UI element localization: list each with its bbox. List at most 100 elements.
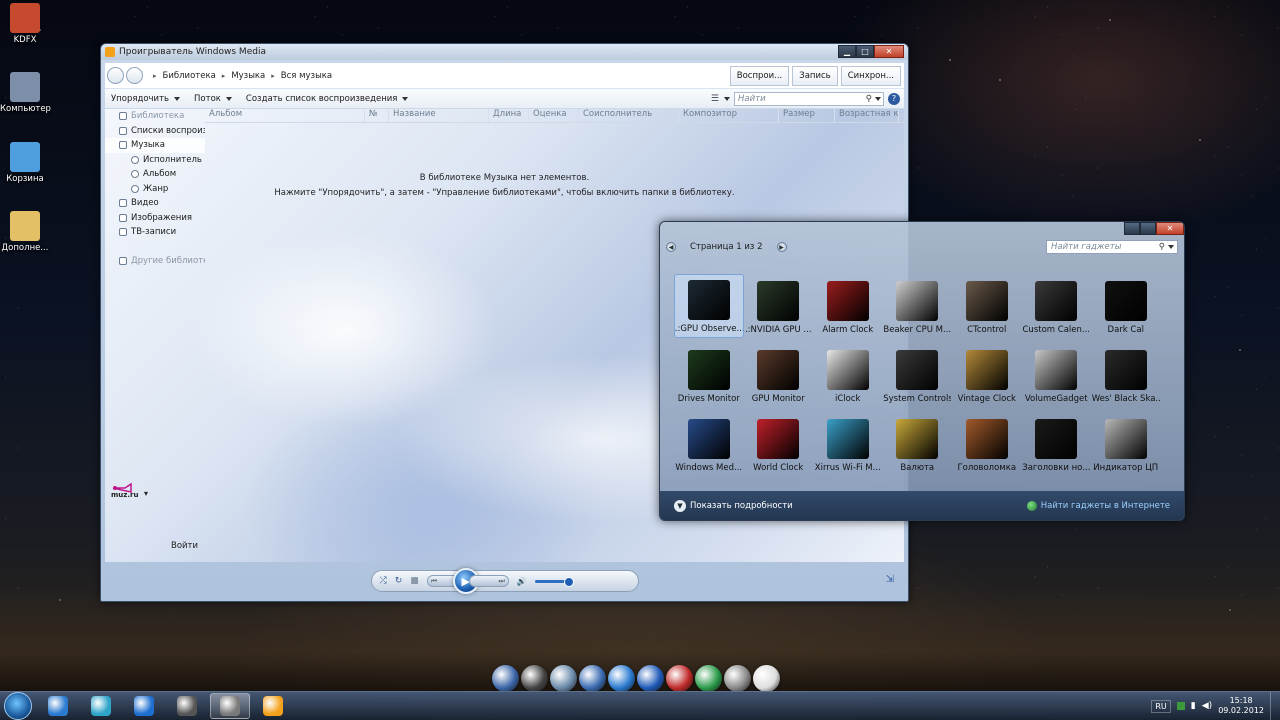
gadget-item[interactable]: Dark Cal [1091, 274, 1161, 338]
volume-slider[interactable] [534, 576, 574, 587]
dock-app-icon[interactable] [695, 665, 722, 692]
network-icon[interactable]: ▮ [1191, 701, 1196, 711]
tree-item[interactable]: Библиотека [105, 109, 205, 124]
stream-menu[interactable]: Поток [194, 94, 232, 104]
gadget-item[interactable]: Валюта [883, 412, 953, 476]
taskbar-button[interactable] [210, 693, 250, 719]
help-icon[interactable]: ? [888, 92, 900, 105]
show-details-button[interactable]: Показать подробности [690, 501, 793, 511]
desktop-icon[interactable]: Дополне... [0, 211, 50, 253]
minimize-button[interactable]: ▁ [838, 45, 856, 58]
tree-item[interactable]: ТВ-записи [105, 225, 205, 240]
taskbar-button[interactable] [167, 693, 207, 719]
search-input[interactable]: Найти ⚲ [734, 91, 884, 106]
gadget-item[interactable]: Xirrus Wi-Fi M... [813, 412, 883, 476]
back-button[interactable] [107, 67, 124, 84]
breadcrumb-library[interactable]: Библиотека [163, 71, 216, 81]
dock-app-icon[interactable] [521, 665, 548, 692]
repeat-button[interactable]: ↻ [395, 576, 403, 586]
gadget-item[interactable]: VolumeGadget [1022, 343, 1092, 407]
desktop-icon[interactable]: Корзина [0, 142, 50, 184]
wmp-titlebar[interactable]: Проигрыватель Windows Media ▁ □ ✕ [101, 44, 908, 60]
chevron-down-icon[interactable] [875, 96, 881, 101]
sign-in-link[interactable]: Войти [171, 541, 198, 551]
flag-icon[interactable] [1176, 702, 1185, 710]
create-playlist-menu[interactable]: Создать список воспроизведения [246, 94, 409, 104]
desktop-icon[interactable]: KDFX [0, 3, 50, 45]
column-header[interactable]: Соисполнитель [579, 109, 679, 122]
column-header[interactable]: № [365, 109, 389, 122]
prev-page-button[interactable]: ◀ [666, 242, 676, 252]
gadget-item[interactable]: iClock [813, 343, 883, 407]
language-indicator[interactable]: RU [1151, 699, 1171, 713]
clock[interactable]: 15:18 09.02.2012 [1218, 696, 1264, 716]
column-header[interactable]: Альбом [205, 109, 365, 122]
forward-button[interactable] [126, 67, 143, 84]
show-desktop-button[interactable] [1270, 691, 1280, 720]
switch-to-now-playing-icon[interactable]: ⇲ [886, 574, 894, 585]
gadget-item[interactable]: Beaker CPU M... [883, 274, 953, 338]
tree-item[interactable]: Другие библиотеки [105, 254, 205, 269]
gadget-item[interactable]: Alarm Clock [813, 274, 883, 338]
volume-icon[interactable]: ◀) [1202, 701, 1212, 711]
maximize-button[interactable]: □ [856, 45, 874, 58]
gadget-item[interactable]: Windows Med... [674, 412, 744, 476]
column-header[interactable]: Композитор [679, 109, 779, 122]
tree-item[interactable]: Музыка [105, 138, 205, 153]
tree-item[interactable]: Изображения [105, 211, 205, 226]
next-page-button[interactable]: ▶ [776, 242, 787, 252]
gadget-item[interactable]: System Controls [883, 343, 953, 407]
gadget-item[interactable]: Custom Calen... [1022, 274, 1092, 338]
chevron-down-icon[interactable] [1168, 245, 1174, 249]
mute-button[interactable]: 🔊 [517, 577, 527, 586]
column-header[interactable]: Название [389, 109, 489, 122]
dock-app-icon[interactable] [724, 665, 751, 692]
dock-app-icon[interactable] [666, 665, 693, 692]
tree-item[interactable]: Исполнитель [105, 153, 205, 168]
gadget-item[interactable]: Drives Monitor [674, 343, 744, 407]
gadget-gallery-window[interactable]: ✕ ◀ Страница 1 из 2 ▶ Найти гаджеты ⚲ .:… [659, 221, 1185, 521]
column-header[interactable]: Оценка [529, 109, 579, 122]
gadget-item[interactable]: .:NVIDIA GPU ... [744, 274, 814, 338]
gadget-search-input[interactable]: Найти гаджеты ⚲ [1046, 240, 1178, 254]
next-button[interactable]: ⏭ [468, 575, 509, 587]
dock-app-icon[interactable] [550, 665, 577, 692]
organize-menu[interactable]: Упорядочить [111, 94, 181, 104]
chevron-down-icon[interactable]: ▼ [674, 499, 686, 512]
search-icon[interactable]: ⚲ [866, 94, 872, 104]
breadcrumb-music[interactable]: Музыка [231, 71, 265, 81]
gadget-item[interactable]: GPU Monitor [744, 343, 814, 407]
taskbar-button[interactable] [38, 693, 78, 719]
tab-burn[interactable]: Запись [792, 65, 838, 86]
start-button[interactable] [4, 692, 32, 720]
tree-item[interactable]: Списки воспроизведения [105, 124, 205, 139]
dock-app-icon[interactable] [637, 665, 664, 692]
taskbar-button[interactable] [124, 693, 164, 719]
desktop-icon[interactable]: Компьютер [0, 72, 51, 114]
close-button[interactable]: ✕ [874, 45, 904, 58]
taskbar-button[interactable] [81, 693, 121, 719]
gadget-item[interactable]: Головоломка [952, 412, 1022, 476]
find-online-link[interactable]: Найти гаджеты в Интернете [1026, 500, 1170, 511]
shuffle-button[interactable]: ⤮ [380, 576, 387, 586]
dock-app-icon[interactable] [608, 665, 635, 692]
tab-play[interactable]: Воспрои... [729, 65, 790, 86]
column-header[interactable]: Возрастная категория [835, 109, 899, 122]
gadget-item[interactable]: .:GPU Observe... [674, 274, 744, 338]
dock-app-icon[interactable] [492, 665, 519, 692]
online-store-selector[interactable]: muz.ru ▾ [111, 481, 148, 499]
gadget-item[interactable]: World Clock [744, 412, 814, 476]
close-button[interactable]: ✕ [1156, 222, 1184, 235]
dock-app-icon[interactable] [753, 665, 780, 692]
taskbar-button[interactable] [253, 693, 293, 719]
search-icon[interactable]: ⚲ [1159, 242, 1165, 252]
gadget-item[interactable]: Индикатор ЦП [1091, 412, 1161, 476]
column-header[interactable]: Длина [489, 109, 529, 122]
tab-sync[interactable]: Синхрон... [840, 65, 901, 86]
column-header[interactable]: Размер [779, 109, 835, 122]
gadget-item[interactable]: Vintage Clock [952, 343, 1022, 407]
gadget-item[interactable]: CTcontrol [952, 274, 1022, 338]
maximize-button[interactable] [1140, 222, 1156, 235]
gadget-item[interactable]: Заголовки но... [1022, 412, 1092, 476]
view-options-button[interactable]: ☰ [711, 94, 730, 104]
